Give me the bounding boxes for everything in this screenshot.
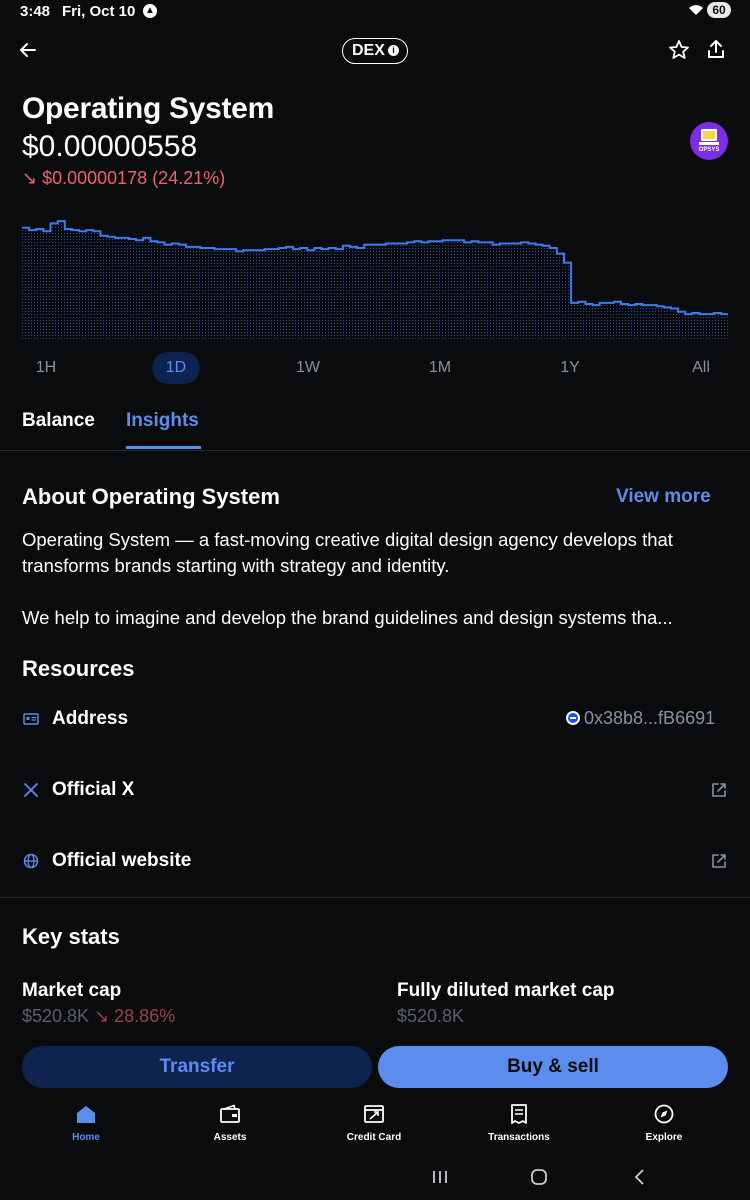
receipt-icon <box>511 1104 527 1124</box>
about-description-more: We help to imagine and develop the brand… <box>22 607 673 628</box>
tab-active-indicator <box>126 446 201 449</box>
range-tab-all[interactable]: All <box>677 352 725 384</box>
id-card-icon <box>23 713 39 725</box>
range-tab-1h[interactable]: 1H <box>22 352 70 384</box>
about-description: Operating System — a fast-moving creativ… <box>22 529 673 576</box>
asset-price: $0.00000558 <box>22 130 198 163</box>
range-tab-1y[interactable]: 1Y <box>546 352 594 384</box>
star-icon <box>669 40 689 59</box>
resource-official-x-row[interactable]: Official X <box>0 771 750 811</box>
tab-balance[interactable]: Balance <box>22 410 95 432</box>
nav-assets[interactable]: Assets <box>175 1104 285 1143</box>
nav-transactions-label: Transactions <box>488 1132 550 1143</box>
network-icon <box>566 711 580 725</box>
credit-card-icon <box>364 1105 384 1123</box>
info-icon: i <box>388 45 399 56</box>
home-icon <box>77 1106 95 1123</box>
key-stats-title: Key stats <box>22 924 120 949</box>
about-title: About Operating System <box>22 484 280 509</box>
nav-credit-card-label: Credit Card <box>346 1132 402 1143</box>
nav-home-label: Home <box>72 1132 100 1143</box>
market-cap-label: Market cap <box>22 980 122 1001</box>
arrow-left-icon <box>20 43 36 57</box>
wallet-icon <box>220 1104 240 1123</box>
chevron-left-icon <box>634 1169 644 1185</box>
address-value[interactable]: 0x38b8...fB6691 <box>566 708 715 729</box>
status-time: 3:48 <box>20 3 51 20</box>
recent-apps-icon <box>433 1171 447 1183</box>
nav-explore-label: Explore <box>645 1132 683 1143</box>
tab-insights[interactable]: Insights <box>126 410 199 432</box>
range-tab-1w[interactable]: 1W <box>284 352 332 384</box>
status-date: Fri, Oct 10 <box>62 3 136 20</box>
back-button[interactable] <box>16 38 40 62</box>
divider <box>0 450 750 451</box>
globe-icon <box>23 853 39 869</box>
battery-icon: 60 <box>707 2 731 18</box>
watchlist-button[interactable] <box>667 38 691 62</box>
external-link-icon <box>712 854 726 868</box>
transfer-button[interactable]: Transfer <box>22 1046 372 1088</box>
x-logo-icon <box>24 783 38 797</box>
share-icon <box>708 40 724 58</box>
compass-icon <box>654 1104 674 1124</box>
chart-area-fill <box>22 221 728 340</box>
share-button[interactable] <box>704 37 728 61</box>
fdmc-value: $520.8K <box>397 1006 465 1026</box>
address-text: 0x38b8...fB6691 <box>584 708 716 728</box>
status-bar: 3:48 Fri, Oct 10 ▲ 60 <box>0 0 750 24</box>
official-website-label: Official website <box>52 850 192 871</box>
dex-badge-label: DEX <box>352 42 385 59</box>
asset-logo-text: OPSYS <box>698 147 720 153</box>
range-tab-1m[interactable]: 1M <box>416 352 464 384</box>
market-cap-change: ↘ 28.86% <box>94 1006 176 1026</box>
address-label: Address <box>52 708 129 729</box>
official-x-label: Official X <box>52 779 135 800</box>
view-more-link[interactable]: View more <box>616 486 711 508</box>
resource-official-website-row[interactable]: Official website <box>0 842 750 882</box>
market-cap-amount: $520.8K <box>22 1006 90 1026</box>
fdmc-label: Fully diluted market cap <box>397 980 615 1001</box>
nav-credit-card[interactable]: Credit Card <box>319 1104 429 1143</box>
home-circle-icon <box>531 1169 547 1185</box>
market-cap-value: $520.8K ↘ 28.86% <box>22 1006 175 1027</box>
recent-apps-button[interactable] <box>430 1162 450 1192</box>
buy-sell-button[interactable]: Buy & sell <box>378 1046 728 1088</box>
nav-explore[interactable]: Explore <box>609 1104 719 1143</box>
asset-logo: OPSYS <box>690 122 728 160</box>
resources-title: Resources <box>22 656 135 681</box>
system-back-button[interactable] <box>630 1162 650 1192</box>
asset-price-change: ↘ $0.00000178 (24.21%) <box>22 168 226 188</box>
home-system-button[interactable] <box>528 1162 550 1192</box>
wifi-icon <box>688 3 704 20</box>
asset-name: Operating System <box>22 92 274 125</box>
nav-assets-label: Assets <box>213 1132 247 1143</box>
dex-badge[interactable]: DEX i <box>342 38 408 64</box>
notification-icon: ▲ <box>143 4 157 18</box>
price-chart[interactable] <box>22 215 728 340</box>
nav-transactions[interactable]: Transactions <box>464 1104 574 1143</box>
external-link-icon <box>712 783 726 797</box>
resource-address-row[interactable]: Address 0x38b8...fB6691 <box>0 700 750 740</box>
nav-home[interactable]: Home <box>31 1104 141 1143</box>
divider <box>0 897 750 898</box>
range-tab-1d[interactable]: 1D <box>152 352 200 384</box>
